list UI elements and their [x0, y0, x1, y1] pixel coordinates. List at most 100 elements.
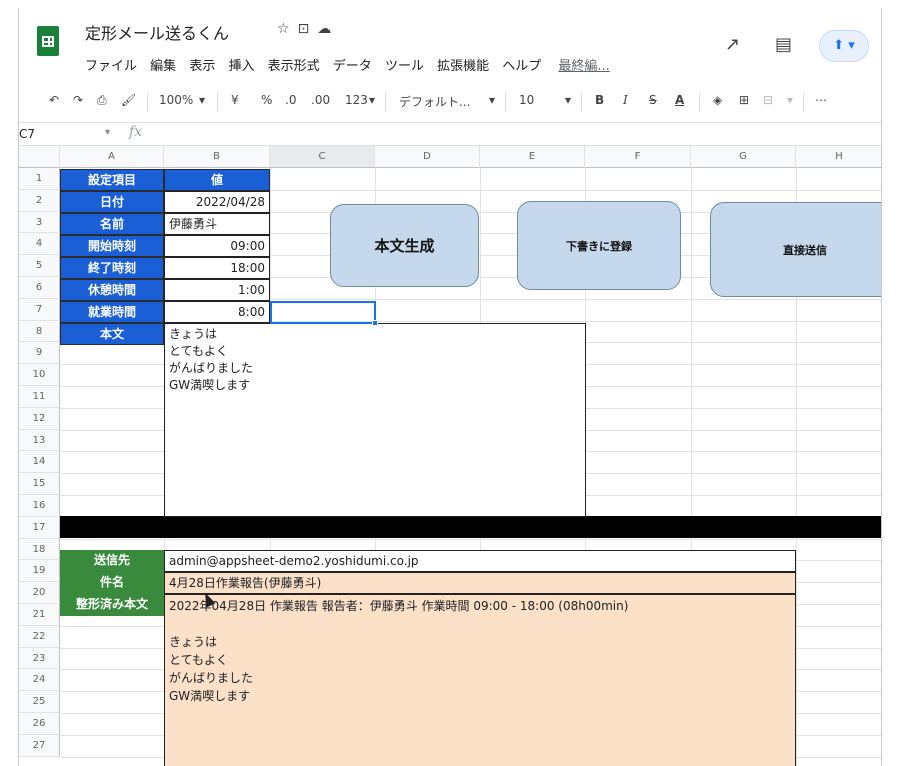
move-folder-icon[interactable]: ⊡: [298, 21, 318, 37]
row-header[interactable]: 3: [19, 211, 60, 234]
label-end-time[interactable]: 終了時刻: [60, 257, 164, 279]
text-color-button[interactable]: A: [675, 93, 684, 107]
row-header[interactable]: 23: [19, 647, 60, 670]
row-header[interactable]: 2: [19, 189, 60, 212]
menu-file[interactable]: ファイル: [85, 59, 137, 74]
row-header[interactable]: 20: [19, 582, 60, 604]
print-icon[interactable]: ⎙: [97, 93, 107, 108]
col-header-f[interactable]: F: [585, 146, 691, 168]
redo-icon[interactable]: ↷: [73, 93, 83, 107]
label-subject[interactable]: 件名: [60, 572, 164, 594]
label-start-time[interactable]: 開始時刻: [60, 235, 164, 257]
row-header[interactable]: 14: [19, 451, 60, 474]
menu-tools[interactable]: ツール: [385, 59, 424, 74]
fill-color-icon[interactable]: ◈: [713, 93, 722, 107]
number-format-button[interactable]: 123: [345, 93, 368, 107]
row-header[interactable]: 15: [19, 473, 60, 495]
percent-button[interactable]: %: [261, 93, 272, 107]
row-header[interactable]: 10: [19, 364, 60, 386]
value-name[interactable]: 伊藤勇斗: [164, 213, 270, 235]
name-box[interactable]: C7: [19, 127, 35, 141]
row-header[interactable]: 18: [19, 538, 60, 561]
body-input-cell[interactable]: きょうは とてもよく がんばりました GW満喫します: [164, 323, 586, 517]
menu-insert[interactable]: 挿入: [228, 59, 254, 74]
value-break-time[interactable]: 1:00: [164, 279, 270, 301]
zoom-chevron-icon[interactable]: ▾: [199, 93, 205, 107]
font-select[interactable]: デフォルト...: [399, 93, 470, 110]
row-header[interactable]: 5: [19, 255, 60, 277]
menu-help[interactable]: ヘルプ: [502, 59, 541, 74]
selected-cell-c7[interactable]: [270, 301, 376, 324]
sheets-logo-icon[interactable]: [37, 26, 59, 56]
merge-chevron-icon[interactable]: ▾: [787, 93, 793, 107]
label-recipient[interactable]: 送信先: [60, 550, 164, 572]
value-start-time[interactable]: 09:00: [164, 235, 270, 257]
row-header[interactable]: 12: [19, 407, 60, 430]
row-header[interactable]: 17: [19, 516, 60, 539]
paint-format-icon[interactable]: 🖌: [121, 93, 136, 107]
send-direct-button[interactable]: 直接送信: [710, 202, 881, 297]
label-break-time[interactable]: 休憩時間: [60, 279, 164, 301]
value-date[interactable]: 2022/04/28: [164, 191, 270, 213]
borders-icon[interactable]: ⊞: [739, 93, 749, 107]
font-size-select[interactable]: 10: [519, 93, 534, 107]
col-header-a[interactable]: A: [60, 146, 164, 168]
more-tools-icon[interactable]: ⋯: [815, 93, 827, 107]
col-header-g[interactable]: G: [691, 146, 796, 168]
label-name[interactable]: 名前: [60, 213, 164, 235]
merge-cells-icon[interactable]: ⊟: [763, 93, 773, 107]
menu-edit[interactable]: 編集: [150, 59, 176, 74]
last-edit-link[interactable]: 最終編...: [558, 59, 609, 74]
value-formatted-body[interactable]: 2022年04月28日 作業報告 報告者：伊藤勇斗 作業時間 09:00 - 1…: [164, 594, 796, 766]
generate-body-button[interactable]: 本文生成: [330, 204, 479, 287]
share-button[interactable]: ⬆ ▾: [819, 30, 869, 62]
increase-decimal-button[interactable]: .00: [311, 93, 330, 107]
undo-icon[interactable]: ↶: [49, 93, 59, 107]
spreadsheet-grid[interactable]: A B C D E F G H 1 2 3 4 5 6 7 8 9 10 11 12 13 14 15 16 1…: [19, 146, 881, 766]
row-header[interactable]: 11: [19, 386, 60, 408]
row-header[interactable]: 27: [19, 734, 60, 757]
col-header-d[interactable]: D: [375, 146, 480, 168]
col-header-h[interactable]: H: [796, 146, 881, 168]
currency-button[interactable]: ¥: [231, 93, 239, 107]
value-end-time[interactable]: 18:00: [164, 257, 270, 279]
row-header[interactable]: 13: [19, 429, 60, 452]
row-header[interactable]: 16: [19, 495, 60, 517]
label-value[interactable]: 値: [164, 169, 270, 191]
value-subject[interactable]: 4月28日作業報告(伊藤勇斗): [164, 572, 796, 594]
label-body[interactable]: 本文: [60, 323, 164, 345]
label-work-hours[interactable]: 就業時間: [60, 301, 164, 323]
zoom-select[interactable]: 100%: [159, 93, 193, 107]
document-title[interactable]: 定形メール送るくん: [85, 20, 229, 44]
strikethrough-button[interactable]: S: [649, 93, 657, 107]
col-header-e[interactable]: E: [480, 146, 585, 168]
font-size-chevron-icon[interactable]: ▾: [565, 93, 571, 107]
number-format-chevron-icon[interactable]: ▾: [369, 93, 375, 107]
value-recipient[interactable]: admin@appsheet-demo2.yoshidumi.co.jp: [164, 550, 796, 572]
row-header[interactable]: 26: [19, 713, 60, 735]
row-header[interactable]: 4: [19, 233, 60, 256]
bold-button[interactable]: B: [595, 93, 604, 107]
row-header[interactable]: 8: [19, 320, 60, 343]
fill-handle[interactable]: [372, 320, 378, 326]
row-header[interactable]: 24: [19, 669, 60, 692]
label-date[interactable]: 日付: [60, 191, 164, 213]
value-work-hours[interactable]: 8:00: [164, 301, 270, 323]
comments-icon[interactable]: ▤: [775, 34, 792, 55]
decrease-decimal-button[interactable]: .0: [285, 93, 296, 107]
cloud-status-icon[interactable]: ☁: [317, 21, 339, 37]
italic-button[interactable]: I: [623, 93, 628, 107]
row-header[interactable]: 21: [19, 604, 60, 626]
col-header-c[interactable]: C: [270, 146, 375, 168]
menu-view[interactable]: 表示: [189, 59, 215, 74]
row-header[interactable]: 7: [19, 298, 60, 321]
menu-extensions[interactable]: 拡張機能: [437, 59, 489, 74]
menu-data[interactable]: データ: [333, 59, 372, 74]
row-header[interactable]: 6: [19, 277, 60, 299]
label-setting-item[interactable]: 設定項目: [60, 169, 164, 191]
font-chevron-icon[interactable]: ▾: [489, 93, 495, 107]
col-header-b[interactable]: B: [164, 146, 270, 168]
select-all-corner[interactable]: [19, 146, 60, 168]
row-header[interactable]: 9: [19, 342, 60, 365]
row-header[interactable]: 22: [19, 625, 60, 648]
